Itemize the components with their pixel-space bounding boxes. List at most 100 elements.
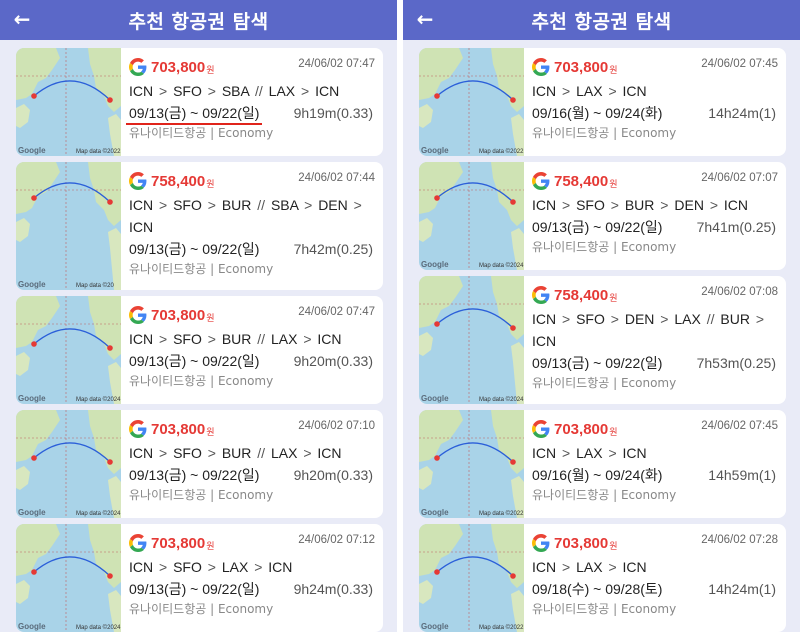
- route-map-thumbnail: Google Map data ©2022: [419, 524, 524, 632]
- timestamp: 24/06/02 07:45: [701, 420, 778, 432]
- airport-code: ICN: [129, 197, 154, 213]
- dates-row: 09/13(금) ~ 09/22(일) 9h24m(0.33): [129, 578, 373, 600]
- route-map-thumbnail: Google Map data ©2024: [16, 410, 121, 518]
- back-arrow-icon[interactable]: ←: [10, 8, 34, 32]
- route-separator: >: [159, 197, 168, 213]
- currency-suffix: 원: [206, 65, 215, 76]
- route: ICN > SFO > BUR // LAX > ICN: [129, 328, 373, 350]
- route-separator: >: [610, 311, 619, 327]
- route-map-thumbnail: Google Map data ©2024: [419, 276, 524, 404]
- flight-info: 758,400 원 24/06/02 07:08 ICN > SFO > DEN > …: [524, 276, 786, 404]
- flight-duration: 14h24m(1): [708, 105, 776, 121]
- route: ICN > SFO > BUR // LAX > ICN: [129, 442, 373, 464]
- flight-info: 703,800 원 24/06/02 07:12 ICN > SFO > LAX > …: [121, 524, 383, 632]
- airport-code: ICN: [129, 331, 154, 347]
- google-logo-icon: [129, 306, 147, 324]
- price: 758,400: [151, 172, 206, 190]
- map-google-label: Google: [421, 622, 449, 631]
- dates-row: 09/16(월) ~ 09/24(화) 14h24m(1): [532, 102, 776, 124]
- route-separator: >: [303, 331, 312, 347]
- travel-dates: 09/13(금) ~ 09/22(일): [125, 102, 263, 125]
- travel-dates: 09/13(금) ~ 09/22(일): [129, 353, 260, 369]
- timestamp: 24/06/02 07:28: [701, 534, 778, 546]
- flight-info: 703,800 원 24/06/02 07:47 ICN > SFO > SBA //…: [121, 48, 383, 156]
- airport-code: LAX: [270, 331, 298, 347]
- route-separator: >: [608, 559, 617, 575]
- route-separator: >: [207, 83, 216, 99]
- airport-code: BUR: [221, 197, 252, 213]
- route-separator: >: [159, 559, 168, 575]
- flight-card[interactable]: Google Map data ©2024 703,800 원 24/06/02 07:…: [16, 296, 383, 404]
- airline-class: 유나이티드항공 | Economy: [532, 126, 677, 140]
- airline-class: 유나이티드항공 | Economy: [129, 126, 274, 140]
- map-google-label: Google: [421, 146, 449, 155]
- flight-duration: 9h24m(0.33): [293, 581, 373, 597]
- flight-card[interactable]: Google Map data ©2024 758,400 원 24/06/02 07:…: [419, 276, 786, 404]
- airport-code: BUR: [720, 311, 750, 327]
- flight-card[interactable]: Google Map data ©2022 703,800 원 24/06/02 07:…: [419, 410, 786, 518]
- flight-card[interactable]: Google Map data ©20 758,400 원 24/06/02 07:44…: [16, 162, 383, 290]
- flight-card[interactable]: Google Map data ©2024 703,800 원 24/06/02 07:…: [16, 524, 383, 632]
- timestamp: 24/06/02 07:44: [298, 172, 375, 184]
- airport-code: SFO: [173, 83, 202, 99]
- route: ICN > LAX > ICN: [532, 556, 776, 578]
- flight-card[interactable]: Google Map data ©2022 703,800 원 24/06/02 07:…: [419, 48, 786, 156]
- price: 703,800: [151, 58, 206, 76]
- app-header: ← 추천 항공권 탐색: [403, 0, 800, 40]
- travel-dates: 09/13(금) ~ 09/22(일): [129, 467, 260, 483]
- route-separator: >: [610, 197, 619, 213]
- airport-code: ICN: [129, 559, 154, 575]
- map-google-label: Google: [421, 260, 449, 269]
- airport-code: ICN: [622, 445, 647, 461]
- currency-suffix: 원: [609, 541, 618, 552]
- route-separator: >: [562, 197, 571, 213]
- airport-code: ICN: [622, 83, 647, 99]
- airport-code: ICN: [129, 219, 154, 235]
- timestamp: 24/06/02 07:45: [701, 58, 778, 70]
- timestamp: 24/06/02 07:47: [298, 58, 375, 70]
- route: ICN > SFO > BUR > DEN > ICN: [532, 194, 776, 216]
- flight-duration: 9h20m(0.33): [293, 353, 373, 369]
- right-screen: ← 추천 항공권 탐색 Google Map data ©2022 703,800 원…: [403, 0, 800, 632]
- flight-card[interactable]: Google Map data ©2022 703,800 원 24/06/02 07:…: [419, 524, 786, 632]
- map-data-label: Map data ©2024: [479, 397, 524, 403]
- price: 758,400: [554, 286, 609, 304]
- flight-card[interactable]: Google Map data ©2024 703,800 원 24/06/02 07:…: [16, 410, 383, 518]
- airline-class: 유나이티드항공 | Economy: [129, 374, 274, 388]
- page-title: 추천 항공권 탐색: [531, 10, 672, 33]
- airport-code: ICN: [129, 445, 154, 461]
- route: ICN > LAX > ICN: [532, 80, 776, 102]
- route-separator: >: [303, 445, 312, 461]
- travel-dates: 09/13(금) ~ 09/22(일): [532, 355, 663, 371]
- flight-info: 703,800 원 24/06/02 07:28 ICN > LAX > ICN 09…: [524, 524, 786, 632]
- flight-duration: 14h24m(1): [708, 581, 776, 597]
- airport-code: ICN: [532, 197, 557, 213]
- google-logo-icon: [532, 172, 550, 190]
- back-arrow-icon[interactable]: ←: [413, 8, 437, 32]
- dates-row: 09/13(금) ~ 09/22(일) 9h20m(0.33): [129, 350, 373, 372]
- flight-info: 758,400 원 24/06/02 07:07 ICN > SFO > BUR > …: [524, 162, 786, 270]
- route-separator: >: [254, 559, 263, 575]
- flight-card[interactable]: Google Map data ©2024 758,400 원 24/06/02 07:…: [419, 162, 786, 270]
- airline-class: 유나이티드항공 | Economy: [532, 488, 677, 502]
- map-data-label: Map data ©2024: [76, 625, 121, 631]
- price: 703,800: [151, 420, 206, 438]
- route-separator: >: [207, 559, 216, 575]
- google-logo-icon: [129, 534, 147, 552]
- google-logo-icon: [129, 420, 147, 438]
- map-data-label: Map data ©2024: [76, 397, 121, 403]
- flight-card[interactable]: Google Map data ©2022 703,800 원 24/06/02 07:…: [16, 48, 383, 156]
- map-data-label: Map data ©2022: [479, 511, 524, 517]
- airport-code: BUR: [624, 197, 655, 213]
- airport-code: SFO: [576, 197, 605, 213]
- map-data-label: Map data ©2022: [479, 149, 524, 155]
- currency-suffix: 원: [609, 179, 618, 190]
- airport-code: ICN: [129, 83, 154, 99]
- airport-code: DEN: [318, 197, 348, 213]
- app-header: ← 추천 항공권 탐색: [0, 0, 397, 40]
- travel-dates: 09/16(월) ~ 09/24(화): [532, 467, 663, 483]
- route-separator: >: [159, 331, 168, 347]
- route-separator: >: [755, 311, 765, 327]
- route-separator: >: [660, 311, 669, 327]
- airport-code: LAX: [674, 311, 701, 327]
